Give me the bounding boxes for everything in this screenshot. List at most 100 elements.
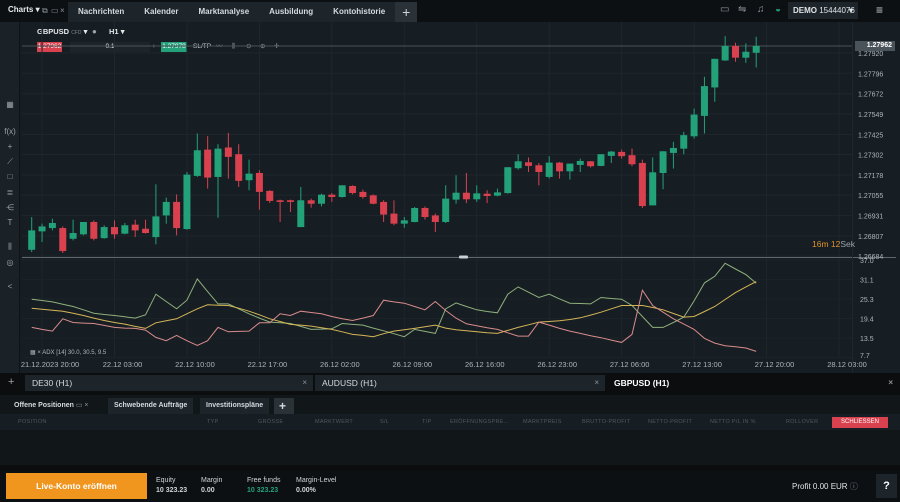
- candle-up: [649, 172, 657, 206]
- tab-investitionsplaene[interactable]: Investitionspläne: [200, 398, 270, 414]
- candle-up: [473, 193, 481, 200]
- candle-up: [690, 114, 698, 137]
- candle-up: [659, 151, 667, 173]
- candle-down: [618, 151, 626, 157]
- time-axis-label: 22.12 17:00: [248, 360, 288, 369]
- tab-label: Offene Positionen: [14, 402, 74, 409]
- countdown-seconds: 12: [830, 239, 841, 249]
- candle-down: [369, 195, 377, 204]
- candle-up: [545, 162, 553, 177]
- free-funds-label: Free funds: [247, 477, 281, 484]
- candle-up: [493, 192, 501, 196]
- candle-up: [576, 160, 584, 165]
- col-tp[interactable]: T/P: [422, 419, 431, 425]
- candle-down: [535, 165, 543, 172]
- close-icon[interactable]: ×: [888, 375, 893, 391]
- candle-down: [307, 200, 315, 204]
- candle-down: [131, 224, 139, 231]
- col-rollover[interactable]: ROLLOVER: [786, 419, 818, 425]
- candle-down: [390, 213, 398, 224]
- close-icon[interactable]: ×: [594, 375, 599, 391]
- candle-up: [48, 222, 56, 229]
- candle-down: [286, 200, 294, 202]
- candle-up: [214, 148, 222, 177]
- candle-up: [183, 174, 191, 230]
- indicator-remove-icon[interactable]: ×: [37, 350, 41, 356]
- candle-down: [732, 46, 739, 58]
- info-icon[interactable]: ⓘ: [850, 482, 858, 491]
- close-icon[interactable]: ×: [302, 375, 307, 391]
- candle-up: [338, 185, 346, 197]
- tab-schwebende-auftraege[interactable]: Schwebende Aufträge: [108, 398, 194, 414]
- candle-down: [328, 194, 336, 197]
- candle-up: [514, 161, 522, 169]
- add-instrument-icon[interactable]: +: [8, 376, 14, 388]
- instrument-tab-label: DE30 (H1): [32, 378, 73, 388]
- margin-label: Margin: [201, 477, 223, 484]
- col-position[interactable]: POSITION: [18, 419, 47, 425]
- help-button[interactable]: ?: [876, 474, 897, 498]
- time-axis-label: 22.12 03:00: [103, 360, 143, 369]
- candle-down: [266, 190, 274, 201]
- col-marktpreis[interactable]: MARKTPREIS: [523, 419, 562, 425]
- candle-down: [204, 149, 212, 178]
- margin-level-value: 0.00%: [296, 487, 316, 494]
- col-marktwert[interactable]: MARKTWERT: [315, 419, 353, 425]
- time-axis-label: 26.12 23:00: [537, 360, 577, 369]
- candle-up: [400, 220, 408, 224]
- price-chart[interactable]: 21.12.2023 20:00 22.12 03:00 22.12 10:00 22…: [0, 0, 900, 375]
- candle-up: [152, 216, 160, 238]
- instrument-tab-label: AUDUSD (H1): [322, 378, 377, 388]
- current-price-label: 1.27962: [855, 41, 895, 51]
- close-all-button[interactable]: SCHLIESSEN: [832, 417, 888, 428]
- candle-down: [525, 162, 532, 166]
- candle-up: [38, 226, 46, 232]
- candle-down: [431, 215, 439, 222]
- candle-down: [173, 201, 181, 229]
- candle-down: [421, 208, 429, 218]
- candle-down: [224, 147, 232, 157]
- candle-up: [607, 151, 615, 156]
- candle-up: [597, 154, 605, 166]
- instrument-tab-de30[interactable]: DE30 (H1) ×: [25, 375, 313, 391]
- indicator-settings-icon[interactable]: ▦: [30, 350, 36, 356]
- maximize-icon[interactable]: ▭ ×: [76, 402, 89, 409]
- candle-down: [587, 161, 595, 167]
- candle-up: [711, 58, 719, 88]
- price-axis[interactable]: [852, 22, 896, 373]
- time-axis-label: 27.12 06:00: [610, 360, 650, 369]
- time-axis-label: 27.12 20:00: [755, 360, 795, 369]
- margin-value: 0.00: [201, 487, 215, 494]
- add-panel-tab-button[interactable]: +: [274, 398, 294, 414]
- candle-up: [742, 51, 750, 58]
- candle-up: [100, 227, 108, 239]
- indicator-legend[interactable]: ▦ × ADX [14] 30.0, 30.5, 9.5: [30, 349, 106, 356]
- col-netto-pl[interactable]: NETTO P/L IN %: [710, 419, 756, 425]
- col-typ[interactable]: TYP: [207, 419, 219, 425]
- col-sl[interactable]: S/L: [380, 419, 389, 425]
- instrument-tab-label: GBPUSD (H1): [614, 378, 670, 388]
- candle-up: [700, 86, 708, 116]
- free-funds-value: 10 323.23: [247, 487, 279, 494]
- profit-display: Profit 0.00 EUR ⓘ: [792, 481, 858, 492]
- candle-down: [235, 154, 243, 181]
- instrument-tab-audusd[interactable]: AUDUSD (H1) ×: [315, 375, 605, 391]
- countdown-unit: Sek: [840, 239, 856, 249]
- candle-down: [276, 200, 284, 202]
- tab-offene-positionen[interactable]: Offene Positionen ▭ ×: [8, 398, 95, 414]
- col-netto-profit[interactable]: NETTO-PROFIT: [648, 419, 692, 425]
- time-axis-label: 26.12 16:00: [465, 360, 505, 369]
- time-axis-label: 21.12.2023 20:00: [21, 360, 79, 369]
- open-live-account-button[interactable]: Live-Konto eröffnen: [6, 473, 147, 499]
- candle-up: [79, 221, 87, 235]
- candle-up: [669, 147, 677, 153]
- candle-down: [349, 185, 357, 194]
- adx-series-line-2: [31, 288, 757, 352]
- col-groesse[interactable]: GRÖSSE: [258, 419, 283, 425]
- col-eroeffnungspreis[interactable]: ERÖFFNUNGSPRE...: [450, 419, 509, 425]
- candle-down: [90, 221, 98, 239]
- instrument-tab-gbpusd[interactable]: GBPUSD (H1) ×: [607, 375, 899, 391]
- candle-down: [483, 193, 491, 196]
- col-brutto-profit[interactable]: BRUTTO-PROFIT: [582, 419, 630, 425]
- candle-countdown: 16m 12Sek: [812, 239, 855, 249]
